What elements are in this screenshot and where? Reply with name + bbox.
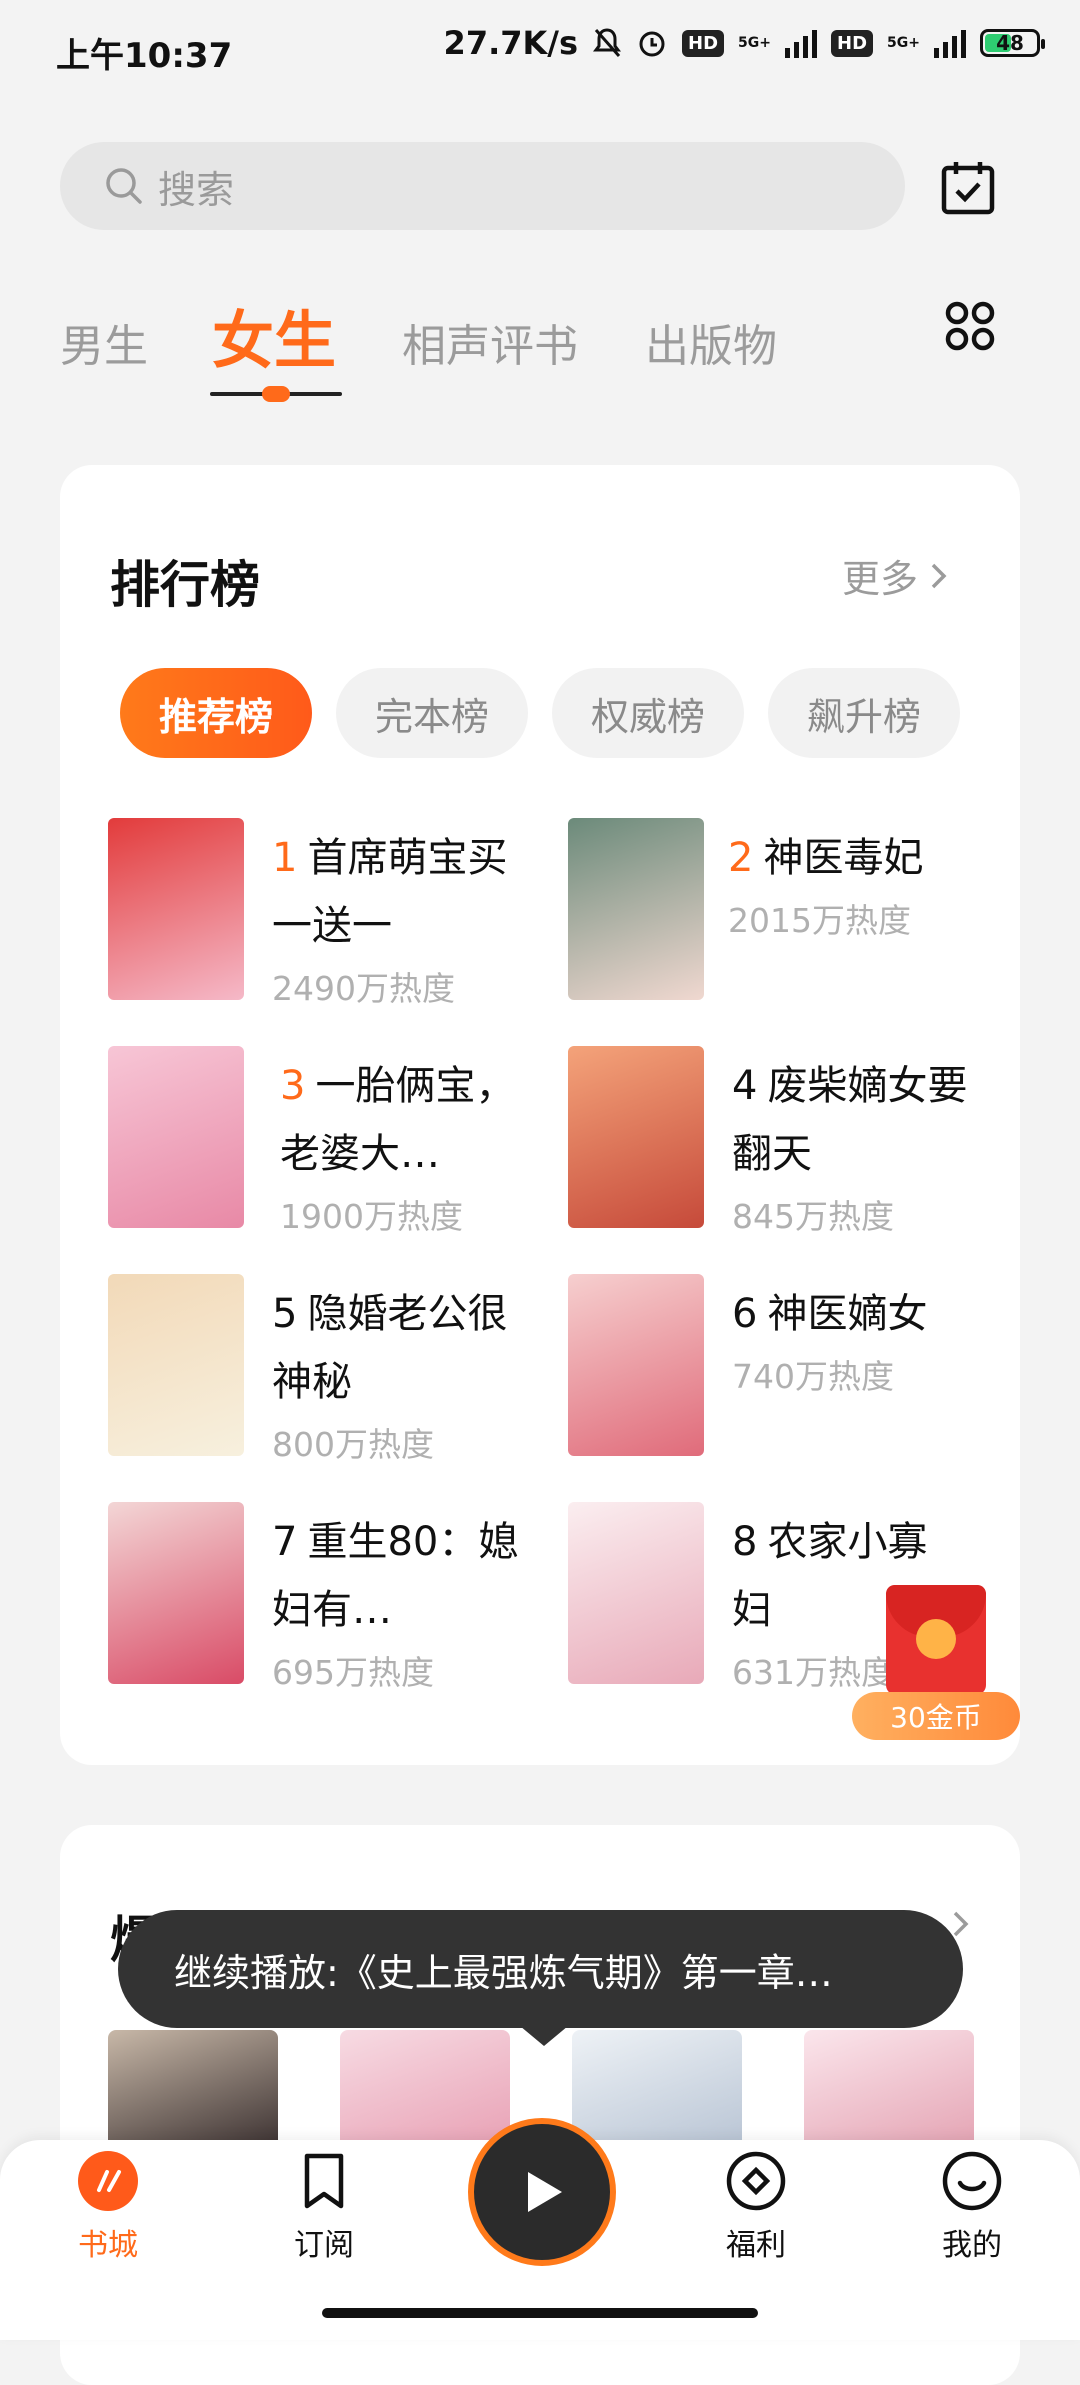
toast-pointer: [520, 2026, 568, 2046]
book-rank: 2: [728, 835, 754, 881]
book-thumb[interactable]: [804, 2030, 974, 2150]
nav-bookstore[interactable]: 书城: [38, 2150, 178, 2264]
pill-recommended[interactable]: 推荐榜: [120, 668, 312, 758]
book-item[interactable]: 4 废柴嫡女要翻天 845万热度: [568, 1046, 988, 1246]
book-cover: [568, 1046, 704, 1228]
book-title: 隐婚老公很神秘: [272, 1291, 508, 1405]
status-icons: 27.7K/s HD 5G+ HD 5G+ 48: [443, 24, 1045, 62]
chevron-right-icon: [931, 563, 947, 588]
play-icon: [528, 2172, 562, 2212]
book-rank: 8: [732, 1519, 758, 1565]
calendar-check-icon[interactable]: [940, 160, 996, 216]
ranking-title: 排行榜: [110, 556, 260, 614]
book-title: 神医毒妃: [763, 835, 924, 881]
book-cover: [568, 818, 704, 1000]
coin-reward-badge[interactable]: 30金币: [852, 1692, 1020, 1740]
nav-label: 订阅: [294, 2228, 354, 2263]
grid-menu-icon[interactable]: [944, 300, 996, 352]
status-time: 上午10:37: [56, 36, 233, 76]
book-thumb[interactable]: [572, 2030, 742, 2150]
tab-indicator: [262, 386, 290, 402]
book-cover: [568, 1274, 704, 1456]
network-5g-label-2: 5G+: [887, 35, 920, 51]
search-icon: [106, 168, 142, 204]
tab-crosstalk[interactable]: 相声评书: [402, 310, 578, 374]
book-item[interactable]: 3 一胎俩宝，老婆大… 1900万热度: [108, 1046, 528, 1246]
book-heat: 695万热度: [272, 1653, 434, 1692]
book-heat: 2490万热度: [272, 969, 455, 1008]
book-heat: 800万热度: [272, 1425, 434, 1464]
search-bar[interactable]: 搜索: [60, 142, 905, 230]
book-heat: 2015万热度: [728, 901, 911, 940]
book-item[interactable]: 5 隐婚老公很神秘 800万热度: [108, 1274, 528, 1474]
book-title: 神医嫡女: [767, 1291, 928, 1337]
welfare-icon: [726, 2151, 786, 2211]
home-indicator: [322, 2308, 758, 2318]
book-title: 重生80：媳妇有…: [272, 1519, 519, 1633]
signal-icon-2: [934, 28, 966, 58]
pill-rising[interactable]: 飙升榜: [768, 668, 960, 758]
more-label: 更多: [842, 557, 919, 601]
nav-subscribe[interactable]: 订阅: [254, 2150, 394, 2264]
search-placeholder: 搜索: [158, 167, 235, 212]
book-heat: 740万热度: [732, 1357, 894, 1396]
book-title: 首席萌宝买一送一: [272, 835, 508, 949]
book-heat: 1900万热度: [280, 1197, 463, 1236]
book-rank: 7: [272, 1519, 298, 1565]
book-title: 废柴嫡女要翻天: [732, 1063, 968, 1177]
book-item[interactable]: 6 神医嫡女 740万热度: [568, 1274, 988, 1474]
tab-male[interactable]: 男生: [60, 310, 148, 374]
book-rank: 4: [732, 1063, 758, 1109]
book-rank: 1: [272, 835, 298, 881]
book-heat: 845万热度: [732, 1197, 894, 1236]
nav-profile[interactable]: 我的: [902, 2150, 1042, 2264]
battery-icon: 48: [980, 29, 1045, 57]
bookmark-icon: [304, 2153, 344, 2209]
book-cover: [108, 1274, 244, 1456]
network-5g-label: 5G+: [738, 35, 772, 51]
book-cover: [568, 1502, 704, 1684]
smile-icon: [942, 2151, 1002, 2211]
book-item[interactable]: 7 重生80：媳妇有… 695万热度: [108, 1502, 528, 1702]
continue-playing-toast[interactable]: 继续播放:《史上最强炼气期》第一章…: [118, 1910, 963, 2028]
signal-icon: [785, 28, 818, 58]
book-rank: 6: [732, 1291, 758, 1337]
pill-completed[interactable]: 完本榜: [336, 668, 528, 758]
nav-label: 福利: [726, 2228, 786, 2263]
ranking-more-link[interactable]: 更多: [842, 548, 948, 603]
red-envelope-icon[interactable]: [886, 1585, 986, 1695]
book-rank: 5: [272, 1291, 298, 1337]
nav-label: 我的: [942, 2228, 1002, 2263]
book-rank: 3: [280, 1063, 306, 1109]
nav-label: 书城: [78, 2228, 138, 2263]
net-speed: 27.7K/s: [443, 24, 579, 62]
hd-badge-2: HD: [831, 29, 874, 57]
book-title: 一胎俩宝，老婆大…: [280, 1063, 516, 1177]
book-thumb[interactable]: [108, 2030, 278, 2150]
hd-badge: HD: [682, 29, 725, 57]
alarm-icon: [639, 31, 665, 57]
mute-bell-icon: [593, 28, 622, 57]
book-cover: [108, 818, 244, 1000]
book-cover: [108, 1502, 244, 1684]
nav-welfare[interactable]: 福利: [686, 2150, 826, 2264]
book-cover: [108, 1046, 244, 1228]
book-thumb[interactable]: [340, 2030, 510, 2150]
book-item[interactable]: 1 首席萌宝买一送一 2490万热度: [108, 818, 528, 1018]
audio-play-button[interactable]: [468, 2118, 616, 2266]
tab-female[interactable]: 女生: [212, 290, 336, 380]
bookstore-icon: [78, 2151, 138, 2211]
pill-authority[interactable]: 权威榜: [552, 668, 744, 758]
battery-level: 48: [996, 31, 1024, 55]
book-item[interactable]: 2 神医毒妃 2015万热度: [568, 818, 988, 1018]
tab-publications[interactable]: 出版物: [645, 310, 777, 374]
